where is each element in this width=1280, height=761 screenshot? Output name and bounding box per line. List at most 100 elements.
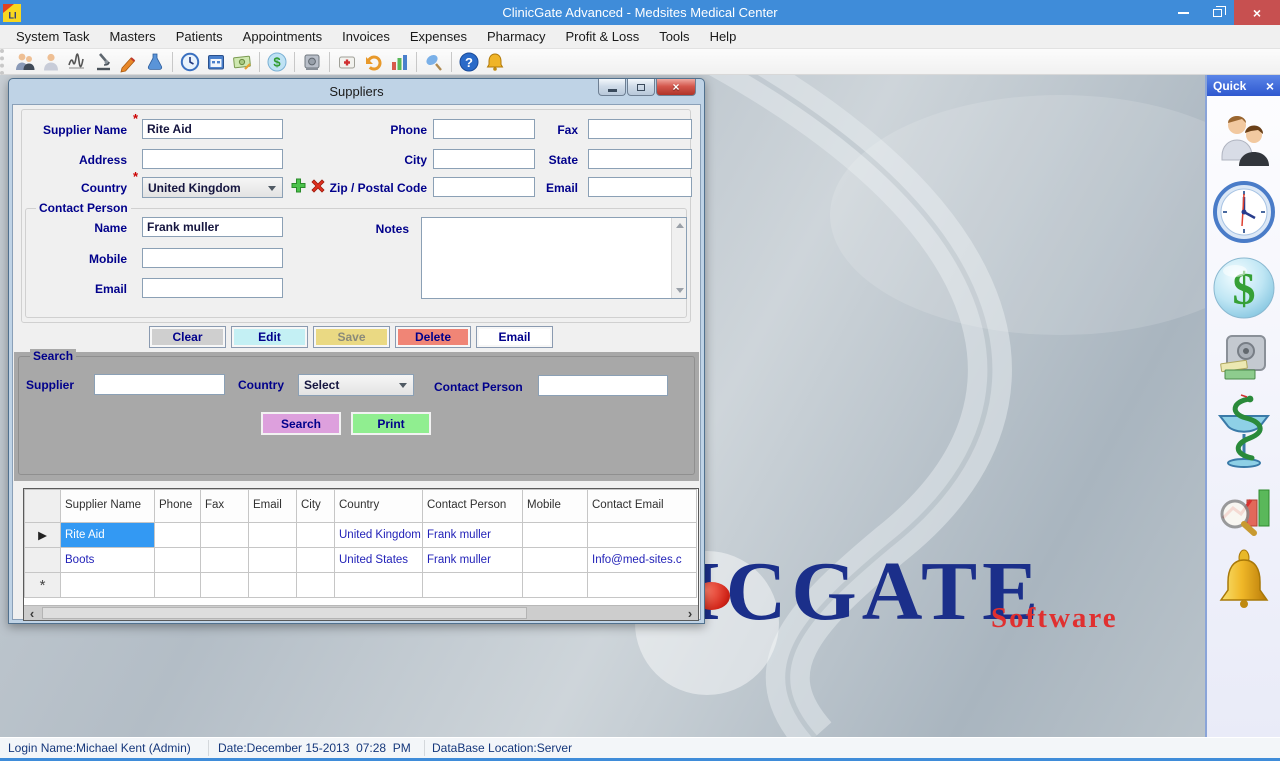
grid-cell[interactable] — [297, 523, 335, 548]
grid-cell[interactable]: Frank muller — [423, 548, 523, 573]
quick-panel-close-icon[interactable]: × — [1266, 78, 1274, 94]
email-button[interactable]: Email — [476, 326, 553, 348]
scroll-right-icon[interactable]: › — [682, 606, 698, 620]
chart-icon[interactable] — [386, 50, 412, 74]
prescription-icon[interactable] — [116, 50, 142, 74]
grid-cell[interactable]: Frank muller — [423, 523, 523, 548]
search-country-select[interactable]: Select — [298, 374, 414, 396]
grid-cell[interactable] — [249, 548, 297, 573]
dollar-icon[interactable]: $ — [264, 50, 290, 74]
grid-cell[interactable]: Rite Aid — [61, 523, 155, 548]
signature-icon[interactable] — [64, 50, 90, 74]
menu-item-expenses[interactable]: Expenses — [400, 26, 477, 47]
notes-scrollbar[interactable] — [671, 218, 686, 298]
cash-safe-icon[interactable] — [1219, 334, 1269, 382]
grid-cell[interactable] — [588, 523, 697, 548]
menu-item-appointments[interactable]: Appointments — [233, 26, 333, 47]
scroll-left-icon[interactable]: ‹ — [24, 606, 40, 620]
pharmacy-box-icon[interactable] — [334, 50, 360, 74]
grid-cell[interactable] — [201, 573, 249, 598]
menu-item-tools[interactable]: Tools — [649, 26, 699, 47]
dollar-icon[interactable]: $ — [1212, 256, 1276, 320]
scrollbar-thumb[interactable] — [42, 607, 527, 619]
country-select[interactable]: United Kingdom — [142, 177, 283, 198]
menu-item-pharmacy[interactable]: Pharmacy — [477, 26, 556, 47]
print-button[interactable]: Print — [351, 412, 431, 435]
notes-textarea[interactable] — [421, 217, 687, 299]
dialog-maximize-button[interactable] — [627, 79, 655, 96]
search-button[interactable]: Search — [261, 412, 341, 435]
grid-cell[interactable] — [155, 548, 201, 573]
grid-cell[interactable] — [335, 573, 423, 598]
grid-cell[interactable] — [523, 548, 588, 573]
grid-cell[interactable] — [297, 548, 335, 573]
contact-name-input[interactable] — [142, 217, 283, 237]
grid-header-country[interactable]: Country — [335, 490, 423, 523]
grid-header-email[interactable]: Email — [249, 490, 297, 523]
grid-horizontal-scrollbar[interactable]: ‹ › — [24, 605, 698, 620]
grid-cell[interactable] — [249, 573, 297, 598]
grid-cell[interactable]: Boots — [61, 548, 155, 573]
dialog-close-button[interactable]: × — [656, 79, 696, 96]
address-input[interactable] — [142, 149, 283, 169]
grid-cell[interactable] — [523, 573, 588, 598]
dialog-titlebar[interactable]: Suppliers × — [9, 79, 704, 104]
patients-group-icon[interactable] — [12, 50, 38, 74]
report-search-icon[interactable] — [1217, 484, 1271, 536]
safe-icon[interactable] — [299, 50, 325, 74]
undo-icon[interactable] — [360, 50, 386, 74]
grid-cell[interactable] — [588, 573, 697, 598]
row-selector[interactable] — [25, 548, 61, 573]
delete-button[interactable]: Delete — [395, 326, 471, 348]
help-icon[interactable]: ? — [456, 50, 482, 74]
menu-item-invoices[interactable]: Invoices — [332, 26, 400, 47]
fax-input[interactable] — [588, 119, 692, 139]
row-selector-arrow[interactable]: ▶ — [25, 523, 61, 548]
clock-icon[interactable] — [1212, 180, 1276, 244]
mobile-input[interactable] — [142, 248, 283, 268]
patient-icon[interactable] — [38, 50, 64, 74]
reminder-bell-icon[interactable] — [1216, 548, 1272, 612]
grid-cell[interactable]: United States — [335, 548, 423, 573]
grid-header-supplier-name[interactable]: Supplier Name — [61, 490, 155, 523]
bell-icon[interactable] — [482, 50, 508, 74]
grid-header-contact-person[interactable]: Contact Person — [423, 490, 523, 523]
window-close-button[interactable]: × — [1234, 0, 1280, 25]
calendar-icon[interactable] — [203, 50, 229, 74]
contact-email-input[interactable] — [142, 278, 283, 298]
lab-icon[interactable] — [142, 50, 168, 74]
grid-cell[interactable] — [201, 523, 249, 548]
grid-cell[interactable] — [423, 573, 523, 598]
email-input[interactable] — [588, 177, 692, 197]
grid-cell[interactable]: United Kingdom — [335, 523, 423, 548]
menu-item-profit-loss[interactable]: Profit & Loss — [556, 26, 650, 47]
billing-icon[interactable] — [229, 50, 255, 74]
microscope-icon[interactable] — [90, 50, 116, 74]
window-restore-button[interactable] — [1200, 0, 1234, 25]
grid-header-fax[interactable]: Fax — [201, 490, 249, 523]
dialog-minimize-button[interactable] — [598, 79, 626, 96]
save-button[interactable]: Save — [313, 326, 390, 348]
pharmacy-icon[interactable] — [1216, 394, 1272, 470]
grid-cell[interactable] — [155, 573, 201, 598]
grid-cell[interactable] — [201, 548, 249, 573]
supplier-name-input[interactable] — [142, 119, 283, 139]
menu-item-help[interactable]: Help — [700, 26, 747, 47]
grid-header-city[interactable]: City — [297, 490, 335, 523]
new-row-icon[interactable]: * — [25, 573, 61, 598]
clear-button[interactable]: Clear — [149, 326, 226, 348]
edit-button[interactable]: Edit — [231, 326, 308, 348]
state-input[interactable] — [588, 149, 692, 169]
grid-cell[interactable] — [249, 523, 297, 548]
search-supplier-input[interactable] — [94, 374, 225, 395]
search-contact-input[interactable] — [538, 375, 668, 396]
grid-header-mobile[interactable]: Mobile — [523, 490, 588, 523]
grid-cell[interactable]: Info@med-sites.c — [588, 548, 697, 573]
grid-cell[interactable] — [523, 523, 588, 548]
grid-header-phone[interactable]: Phone — [155, 490, 201, 523]
menu-item-patients[interactable]: Patients — [166, 26, 233, 47]
patients-icon[interactable] — [1216, 112, 1272, 166]
grid-header-contact-email[interactable]: Contact Email — [588, 490, 697, 523]
grid-cell[interactable] — [155, 523, 201, 548]
grid-cell[interactable] — [297, 573, 335, 598]
